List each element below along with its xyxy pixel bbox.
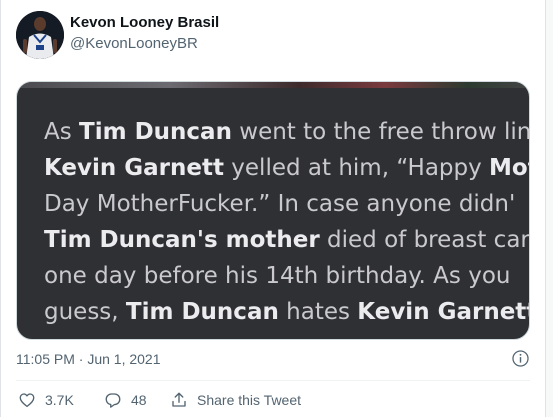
scrollbar-track[interactable]: [546, 0, 553, 417]
share-icon: [172, 392, 186, 407]
share-label: Share this Tweet: [197, 392, 302, 408]
quote-line: Day MotherFucker.” In case anyone didn': [44, 186, 529, 222]
avatar-image: [16, 11, 64, 59]
quote-segment: yelled at him, “Happy: [223, 155, 490, 181]
reply-count: 48: [131, 392, 147, 408]
like-count: 3.7K: [45, 392, 74, 408]
quote-segment: one day before his 14th birthday. As you: [44, 263, 511, 289]
quote-emphasis: Tim Duncan's mother: [44, 227, 320, 253]
share-button[interactable]: Share this Tweet: [170, 390, 301, 410]
author-display-name[interactable]: Kevon Looney Brasil: [70, 14, 219, 31]
media-quote-text: As Tim Duncan went to the free throw lin…: [44, 114, 530, 330]
info-icon[interactable]: [511, 349, 530, 368]
tweet-media-image[interactable]: As Tim Duncan went to the free throw lin…: [16, 81, 530, 340]
media-top-strip: [17, 82, 529, 88]
avatar[interactable]: [16, 11, 64, 59]
quote-segment: Day MotherFucker.” In case anyone didn': [44, 191, 516, 217]
quote-emphasis: Mot: [489, 155, 529, 181]
quote-line: Tim Duncan's mother died of breast car: [44, 222, 530, 258]
reply-button[interactable]: 48: [104, 390, 147, 410]
like-button[interactable]: 3.7K: [18, 390, 74, 410]
quote-emphasis: Kevin Garnett: [44, 155, 224, 181]
quote-emphasis: Tim Duncan: [125, 299, 279, 325]
quote-line: As Tim Duncan went to the free throw lin: [44, 114, 530, 150]
quote-segment: went to the free throw lin: [231, 119, 530, 145]
quote-line: Kevin Garnett yelled at him, “Happy Mot: [44, 150, 529, 186]
reply-icon: [105, 393, 121, 408]
quote-line: one day before his 14th birthday. As you: [44, 258, 529, 294]
quote-emphasis: Tim Duncan: [79, 119, 232, 145]
quote-segment: hates: [278, 299, 358, 325]
quote-emphasis: Kevin Garnett: [357, 299, 530, 325]
quote-line: guess, Tim Duncan hates Kevin Garnett: [44, 294, 530, 330]
frame-border-left: [0, 0, 1, 417]
quote-segment: As: [44, 119, 80, 145]
tweet-timestamp[interactable]: 11:05 PM · Jun 1, 2021: [16, 351, 161, 367]
author-handle[interactable]: @KevonLooneyBR: [70, 35, 198, 52]
quote-segment: died of breast car: [319, 227, 530, 253]
heart-icon: [19, 393, 35, 408]
quote-segment: guess,: [44, 299, 126, 325]
divider: [16, 380, 530, 381]
